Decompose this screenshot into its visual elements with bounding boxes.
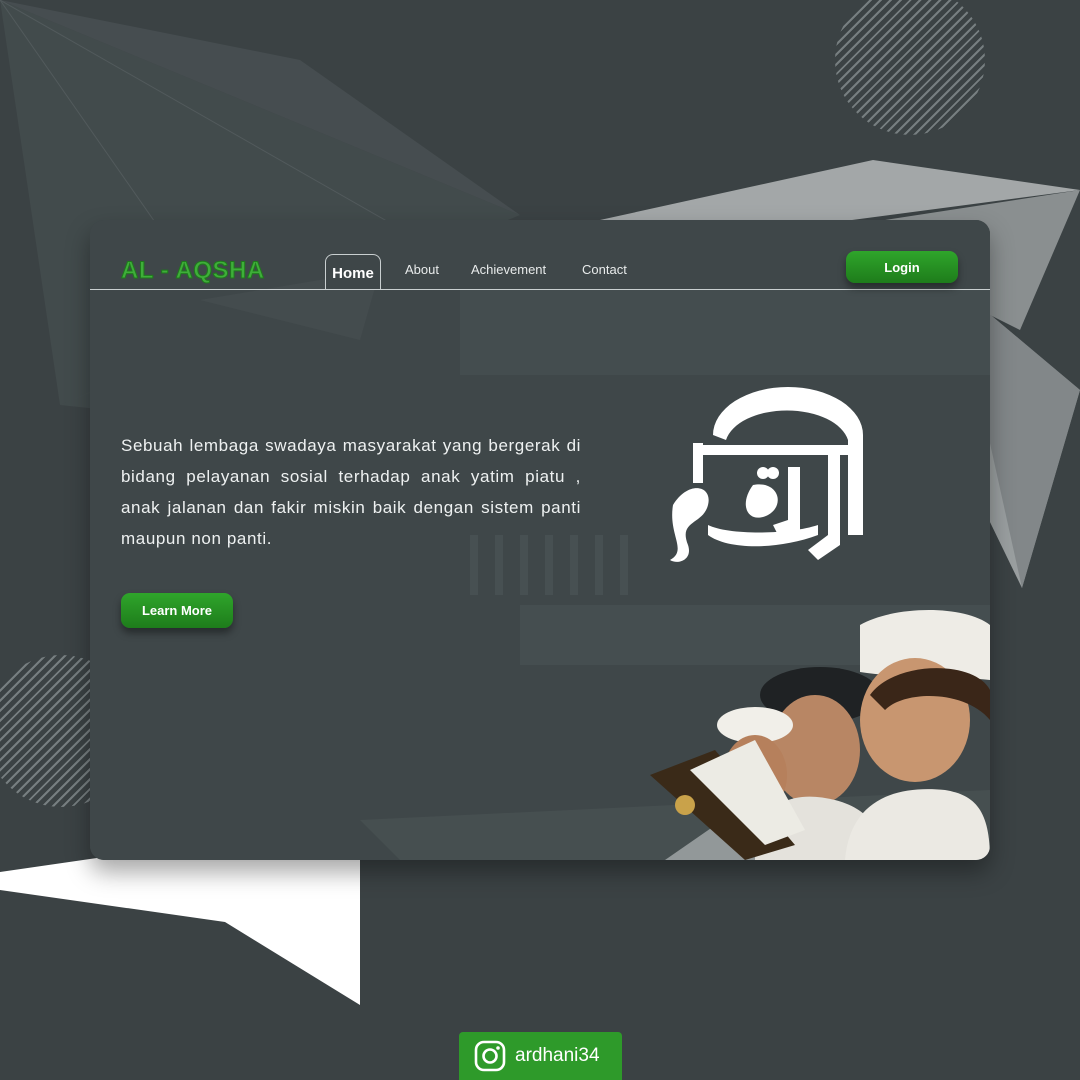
site-logo-text[interactable]: AL - AQSHA	[121, 257, 265, 285]
nav-item-home[interactable]: Home	[325, 254, 381, 289]
nav-item-achievement[interactable]: Achievement	[471, 262, 546, 277]
students-reading-photo	[650, 610, 990, 860]
instagram-badge[interactable]: ardhani34	[459, 1032, 622, 1080]
nav-item-contact[interactable]: Contact	[582, 262, 627, 277]
nav-item-about[interactable]: About	[405, 262, 439, 277]
navbar: AL - AQSHA Home About Achievement Contac…	[90, 220, 990, 290]
al-aqsha-calligraphy-logo	[670, 387, 863, 562]
login-button[interactable]: Login	[846, 251, 958, 283]
hero-description: Sebuah lembaga swadaya masyarakat yang b…	[121, 436, 581, 548]
instagram-icon	[474, 1040, 506, 1072]
instagram-handle: ardhani34	[515, 1045, 600, 1066]
website-mockup-card: AL - AQSHA Home About Achievement Contac…	[90, 220, 990, 860]
learn-more-button[interactable]: Learn More	[121, 593, 233, 628]
